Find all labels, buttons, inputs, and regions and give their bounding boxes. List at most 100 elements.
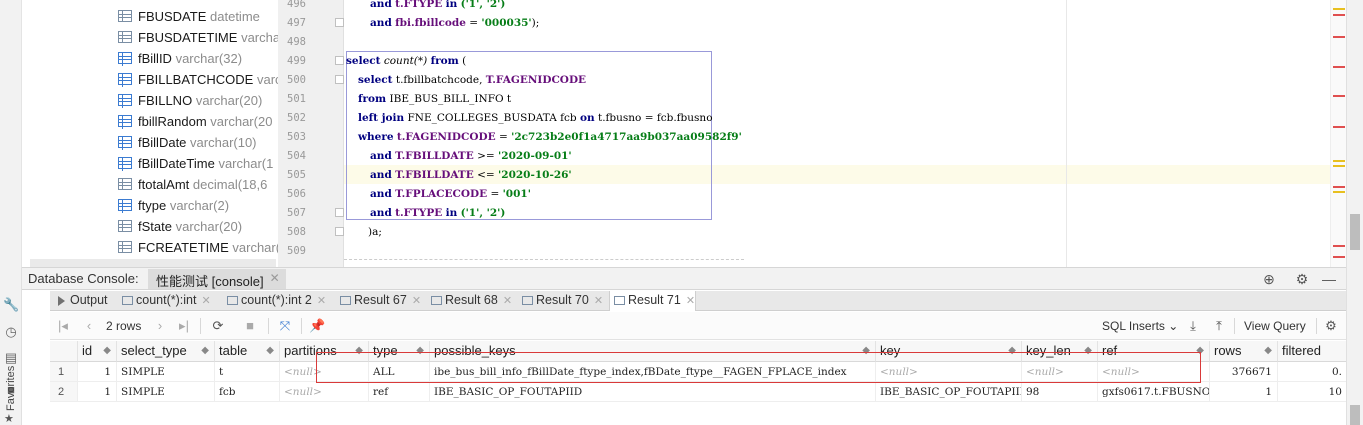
sql-inserts-dropdown[interactable]: SQL Inserts ⌄ — [1102, 319, 1178, 333]
first-page-icon[interactable]: |◂ — [56, 318, 70, 334]
column-header-filtered[interactable]: filtered — [1278, 341, 1346, 362]
refresh-icon[interactable]: ⟳ — [210, 318, 226, 334]
tab-result-70[interactable]: Result 70 ✕ — [518, 291, 604, 311]
compare-icon[interactable]: ⤧ — [276, 318, 294, 334]
tab-result-71[interactable]: Result 71 ✕ — [609, 291, 696, 311]
tree-column-item[interactable]: FCREATETIME varchar(1 — [118, 237, 278, 258]
tree-column-item[interactable]: FBUSDATE datetime — [118, 6, 260, 27]
last-page-icon[interactable]: ▸| — [176, 318, 192, 334]
sort-icon[interactable]: ◆ — [201, 341, 209, 361]
grid-scroll-thumb[interactable] — [1350, 405, 1360, 425]
tree-column-item[interactable]: fBillID varchar(32) — [118, 48, 242, 69]
row-number[interactable]: 2 — [50, 382, 78, 402]
table-cell[interactable]: 98 — [1022, 382, 1098, 402]
error-marker[interactable] — [1333, 95, 1345, 97]
tree-column-item[interactable]: fbillRandom varchar(20 — [118, 111, 272, 132]
table-cell[interactable]: SIMPLE — [117, 382, 215, 402]
tree-column-item[interactable]: ftotalAmt decimal(18,6 — [118, 174, 267, 195]
error-marker[interactable] — [1333, 256, 1345, 258]
column-header-table[interactable]: table ◆ — [215, 341, 280, 362]
tree-column-item[interactable]: fBillDate varchar(10) — [118, 132, 257, 153]
table-cell[interactable]: gxfs0617.t.FBUSNO — [1098, 382, 1210, 402]
column-header-select-type[interactable]: select_type ◆ — [117, 341, 215, 362]
error-marker[interactable] — [1333, 66, 1345, 68]
fold-marker-icon[interactable] — [335, 75, 344, 84]
table-cell[interactable]: 10 — [1278, 382, 1346, 402]
error-marker[interactable] — [1333, 36, 1345, 38]
tab-count-int[interactable]: count(*):int ✕ — [118, 291, 218, 311]
sort-icon[interactable]: ◆ — [266, 341, 274, 361]
console-tab[interactable]: 性能测试 [console] ✕ — [148, 269, 286, 289]
error-stripe[interactable] — [1330, 0, 1346, 267]
warning-marker[interactable] — [1333, 165, 1345, 167]
fold-marker-icon[interactable] — [335, 56, 344, 65]
editor-scroll-thumb[interactable] — [1350, 214, 1360, 250]
table-cell[interactable]: fcb — [215, 382, 280, 402]
tree-column-item[interactable]: ftype varchar(2) — [118, 195, 229, 216]
gear-icon[interactable]: ⚙ — [1293, 270, 1311, 288]
table-cell[interactable]: ref — [369, 382, 430, 402]
gear-icon[interactable]: ⚙ — [1323, 318, 1339, 334]
view-query-button[interactable]: View Query — [1244, 319, 1306, 333]
sort-icon[interactable]: ◆ — [103, 341, 111, 361]
export-down-icon[interactable]: ⤓ — [1186, 318, 1200, 334]
close-icon[interactable]: ✕ — [594, 295, 603, 307]
error-marker[interactable] — [1333, 126, 1345, 128]
table-cell[interactable]: 0. — [1278, 362, 1346, 382]
import-up-icon[interactable]: ⤒ — [1212, 318, 1226, 334]
close-icon[interactable]: ✕ — [686, 295, 695, 307]
table-cell[interactable]: IBE_BASIC_OP_FOUTAPIID — [430, 382, 876, 402]
warning-marker[interactable] — [1333, 191, 1345, 193]
tree-column-item[interactable]: FBILLNO varchar(20) — [118, 90, 262, 111]
star-icon[interactable]: ★ — [4, 412, 14, 425]
error-marker[interactable] — [1333, 14, 1345, 16]
warning-marker[interactable] — [1333, 160, 1345, 162]
table-cell[interactable]: 1 — [78, 382, 117, 402]
tree-column-item[interactable]: FBUSDATETIME varchar — [118, 27, 278, 48]
vertical-scrollbar[interactable] — [1346, 0, 1363, 425]
row-number[interactable]: 1 — [50, 362, 78, 382]
close-icon[interactable]: ✕ — [503, 295, 512, 307]
fold-marker-icon[interactable] — [335, 208, 344, 217]
close-icon[interactable]: ✕ — [412, 295, 421, 307]
table-cell[interactable]: t — [215, 362, 280, 382]
minimize-icon[interactable]: — — [1320, 270, 1338, 288]
wrench-icon[interactable]: 🔧 — [3, 297, 19, 313]
error-marker[interactable] — [1333, 186, 1345, 188]
table-cell[interactable]: SIMPLE — [117, 362, 215, 382]
table-cell[interactable]: IBE_BASIC_OP_FOUTAPIID — [876, 382, 1022, 402]
column-header-id[interactable]: id ◆ — [78, 341, 117, 362]
index-column-icon — [118, 199, 132, 211]
clock-icon[interactable]: ◷ — [3, 324, 19, 340]
tab-result-67[interactable]: Result 67 ✕ — [336, 291, 422, 311]
fold-marker-icon[interactable] — [335, 18, 344, 27]
next-page-icon[interactable]: › — [153, 318, 167, 334]
warning-marker[interactable] — [1333, 8, 1345, 10]
sql-editor[interactable]: and t.FTYPE in ('1', '2') and fbi.fbillc… — [344, 0, 1330, 267]
code-line-506: and T.FPLACECODE = '001' — [370, 188, 531, 200]
crosshair-icon[interactable]: ⊕ — [1260, 270, 1278, 288]
favorites-tab[interactable]: Favorites — [2, 352, 20, 412]
table-cell[interactable]: 1 — [1210, 382, 1278, 402]
table-cell[interactable]: 376671 — [1210, 362, 1278, 382]
tree-column-item[interactable]: fState varchar(20) — [118, 216, 242, 237]
tab-output[interactable]: Output — [52, 291, 114, 311]
close-icon[interactable]: ✕ — [270, 271, 280, 285]
fold-marker-icon[interactable] — [335, 227, 344, 236]
tree-horizontal-scrollbar[interactable] — [30, 259, 276, 267]
table-cell[interactable]: <null> — [280, 382, 369, 402]
error-marker[interactable] — [1333, 245, 1345, 247]
previous-page-icon[interactable]: ‹ — [82, 318, 96, 334]
tab-count-int-2[interactable]: count(*):int 2 ✕ — [223, 291, 331, 311]
table-cell[interactable]: 1 — [78, 362, 117, 382]
tree-column-item[interactable]: FBILLBATCHCODE varch — [118, 69, 278, 90]
close-icon[interactable]: ✕ — [201, 295, 210, 307]
column-header-rows[interactable]: rows ◆ — [1210, 341, 1278, 362]
tree-column-item[interactable]: fBillDateTime varchar(1 — [118, 153, 273, 174]
close-icon[interactable]: ✕ — [317, 295, 326, 307]
stop-icon[interactable]: ■ — [242, 318, 258, 334]
tab-result-68[interactable]: Result 68 ✕ — [427, 291, 513, 311]
result-grid[interactable]: id ◆ select_type ◆ table ◆ partitions ◆ type… — [50, 341, 1346, 425]
sort-icon[interactable]: ◆ — [1264, 341, 1272, 361]
pin-icon[interactable]: 📌 — [309, 318, 325, 334]
